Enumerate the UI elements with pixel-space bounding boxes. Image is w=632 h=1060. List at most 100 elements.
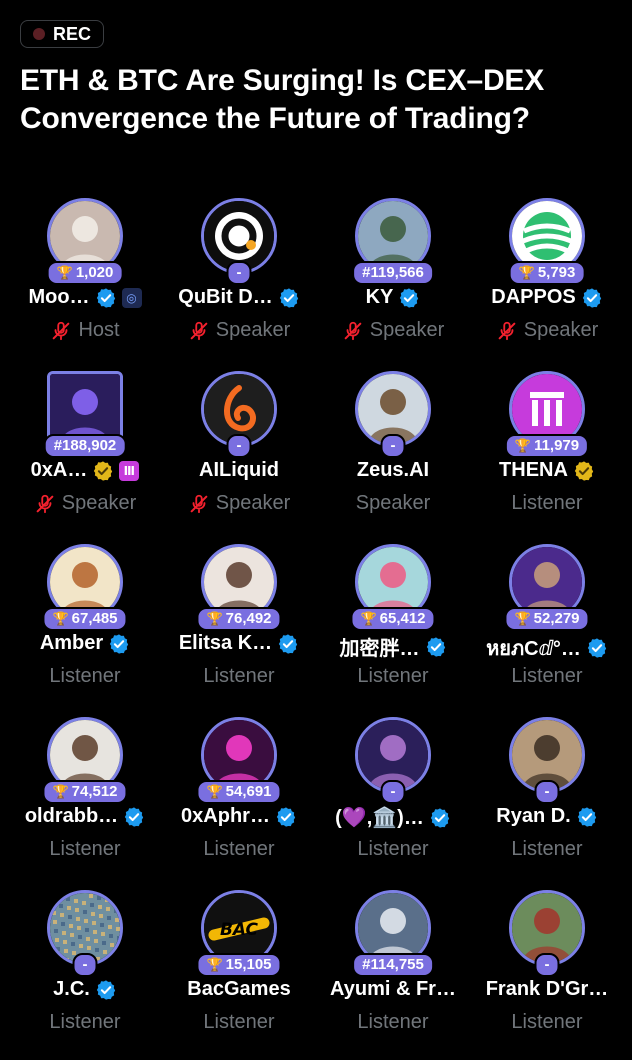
participant-name-row: (💜,🏛️)…: [316, 805, 470, 830]
participant-name-row: Ayumi & Fr…: [316, 978, 470, 1001]
rec-label: REC: [53, 23, 92, 44]
rank-badge: 🏆 67,485: [42, 607, 128, 631]
participant-role-row: Listener: [470, 1011, 624, 1034]
participant-name-row: Elitsa K…: [162, 632, 316, 655]
participant-card[interactable]: 🏆 1,020 Moo… ◎ Host: [8, 190, 162, 363]
participant-name-row: Ryan D.: [470, 805, 624, 828]
participant-role-row: Speaker: [162, 319, 316, 342]
rank-badge: 🏆 54,691: [196, 780, 282, 804]
rank-badge: -: [226, 261, 252, 285]
participant-name-row: BacGames: [162, 978, 316, 1001]
participant-role: Listener: [511, 492, 583, 514]
rank-badge-text: -: [544, 956, 550, 973]
affiliate-badge-icon: ◎: [121, 287, 142, 308]
participant-name: THENA: [499, 459, 568, 481]
participant-card[interactable]: 🏆 54,691 0xAphr… Listener: [162, 709, 316, 882]
rank-badge: 🏆 74,512: [42, 780, 128, 804]
participant-role: Speaker: [215, 319, 291, 341]
participant-name: หยภCⅆ°…: [486, 638, 581, 660]
participant-role: Listener: [511, 1011, 583, 1033]
participant-name-row: หยภCⅆ°…: [470, 632, 624, 664]
participant-card[interactable]: - (💜,🏛️)… Listener: [316, 709, 470, 882]
participant-card[interactable]: - Zeus.AI Speaker: [316, 363, 470, 536]
record-dot-icon: [33, 28, 45, 40]
participant-name: 0xAphr…: [181, 805, 270, 827]
trophy-icon: 🏆: [206, 611, 223, 626]
participant-card[interactable]: BAC 🏆 15,105 BacGames Listener: [162, 882, 316, 1055]
rank-badge-text: 11,979: [534, 437, 580, 454]
rank-badge-text: 5,793: [537, 264, 576, 281]
trophy-icon: 🏆: [206, 784, 223, 799]
rank-badge: #114,755: [352, 953, 434, 977]
participant-name-row: AILiquid: [162, 459, 316, 482]
participant-card[interactable]: - Frank D'Gr… Listener: [470, 882, 624, 1055]
participant-card[interactable]: 🏆 67,485 Amber Listener: [8, 536, 162, 709]
muted-mic-icon: [50, 320, 72, 342]
participant-card[interactable]: #114,755 Ayumi & Fr… Listener: [316, 882, 470, 1055]
participant-card[interactable]: 🏆 76,492 Elitsa K… Listener: [162, 536, 316, 709]
muted-mic-icon: [188, 320, 210, 342]
participant-name-row: 0xA… Ⅲ: [8, 459, 162, 482]
participant-role: Listener: [357, 1011, 429, 1033]
verified-icon: [277, 633, 299, 655]
rank-badge-text: -: [390, 783, 396, 800]
participant-card[interactable]: 🏆 5,793 DAPPOS Speaker: [470, 190, 624, 363]
rank-badge-text: #119,566: [362, 264, 424, 281]
participant-role-row: Listener: [162, 665, 316, 688]
participant-card[interactable]: #188,902 0xA… Ⅲ Speaker: [8, 363, 162, 536]
participant-name: QuBit D…: [178, 286, 273, 308]
muted-mic-icon: [496, 320, 518, 342]
participant-card[interactable]: 🏆 11,979 THENA Listener: [470, 363, 624, 536]
verified-icon: [278, 287, 300, 309]
svg-text:BAC: BAC: [220, 920, 259, 940]
participant-role-row: Host: [8, 319, 162, 342]
rank-badge-text: #188,902: [53, 437, 117, 454]
participant-card[interactable]: - Ryan D. Listener: [470, 709, 624, 882]
rank-badge: 🏆 15,105: [196, 953, 282, 977]
participant-card[interactable]: - AILiquid Speaker: [162, 363, 316, 536]
participant-name: Frank D'Gr…: [485, 978, 609, 1000]
participant-role: Speaker: [215, 492, 291, 514]
participant-role: Speaker: [369, 319, 445, 341]
participant-name-row: 加密胖…: [316, 632, 470, 661]
participant-name-row: THENA: [470, 459, 624, 482]
participant-role-row: Listener: [316, 665, 470, 688]
participant-name: 加密胖…: [339, 638, 420, 660]
participant-role: Listener: [203, 665, 275, 687]
rank-badge-text: -: [82, 956, 88, 973]
participant-name-row: oldrabb…: [8, 805, 162, 828]
participant-card[interactable]: 🏆 74,512 oldrabb… Listener: [8, 709, 162, 882]
rank-badge: 🏆 1,020: [46, 261, 124, 285]
participants-grid: 🏆 1,020 Moo… ◎ Host - QuBit D… Speaker #119,56…: [0, 190, 632, 1055]
participant-name: Ryan D.: [496, 805, 571, 827]
participant-name: Zeus.AI: [356, 459, 430, 481]
participant-card[interactable]: 🏆 65,412 加密胖… Listener: [316, 536, 470, 709]
participant-name: (💜,🏛️)…: [335, 807, 424, 829]
participant-role-row: Listener: [470, 665, 624, 688]
trophy-icon: 🏆: [52, 784, 69, 799]
participant-name-row: J.C.: [8, 978, 162, 1001]
participant-name: J.C.: [53, 978, 90, 1000]
participant-card[interactable]: 🏆 52,279 หยภCⅆ°… Listener: [470, 536, 624, 709]
participant-name-row: Frank D'Gr…: [470, 978, 624, 1001]
participant-card[interactable]: - J.C. Listener: [8, 882, 162, 1055]
muted-mic-icon: [34, 493, 56, 515]
participant-card[interactable]: #119,566 KY Speaker: [316, 190, 470, 363]
participant-role-row: Listener: [162, 1011, 316, 1034]
rank-badge: 🏆 76,492: [196, 607, 282, 631]
participant-card[interactable]: - QuBit D… Speaker: [162, 190, 316, 363]
trophy-icon: 🏆: [518, 265, 535, 280]
verified-icon: [576, 806, 598, 828]
participant-role: Listener: [49, 665, 121, 687]
rank-badge-text: -: [544, 783, 550, 800]
rank-badge: 🏆 5,793: [508, 261, 586, 285]
rec-indicator: REC: [20, 20, 105, 48]
rank-badge: #119,566: [352, 261, 434, 285]
rank-badge-text: 65,412: [379, 610, 426, 627]
participant-role-row: Speaker: [470, 319, 624, 342]
participant-role-row: Listener: [162, 838, 316, 861]
rank-badge-text: 1,020: [75, 264, 114, 281]
participant-role-row: Listener: [8, 838, 162, 861]
participant-name-row: 0xAphr…: [162, 805, 316, 828]
participant-name-row: KY: [316, 286, 470, 309]
